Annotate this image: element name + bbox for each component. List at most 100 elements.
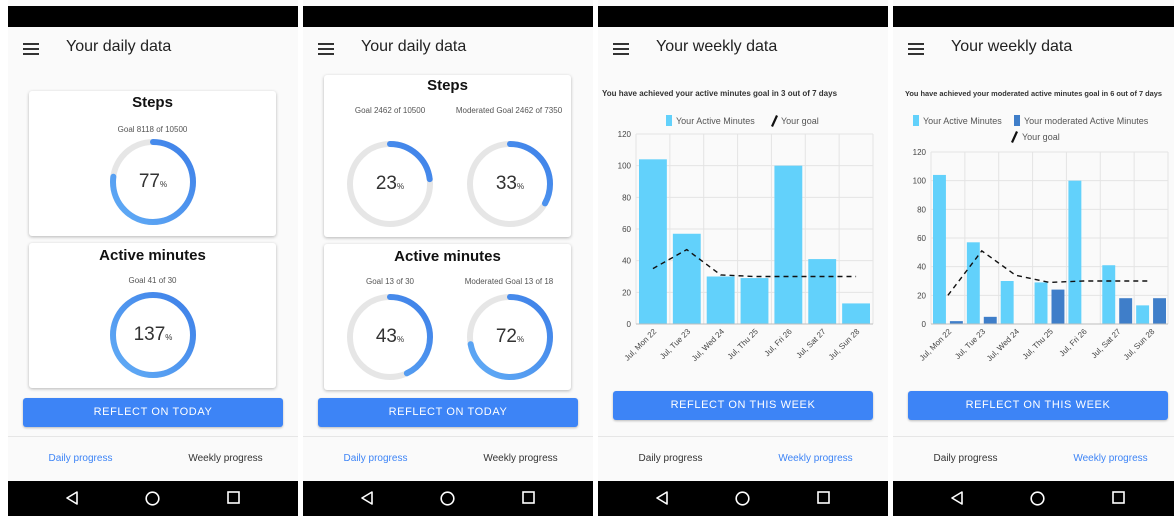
y-tick-label: 0 — [922, 320, 927, 329]
home-icon[interactable] — [1030, 491, 1045, 506]
menu-icon[interactable] — [613, 43, 629, 55]
card-title: Steps — [427, 77, 468, 94]
system-navigation-bar — [8, 481, 298, 516]
goal-label: Goal 8118 of 10500 — [117, 125, 188, 134]
back-icon[interactable] — [655, 491, 669, 505]
y-tick-label: 120 — [913, 148, 927, 157]
y-tick-label: 100 — [618, 162, 632, 171]
x-tick-label: Jul, Mon 22 — [918, 327, 954, 363]
percent-readout: 43% — [345, 326, 435, 348]
x-tick-label: Jul, Wed 24 — [985, 327, 1022, 364]
tab-weekly-progress[interactable]: Weekly progress — [743, 453, 888, 464]
status-bar — [303, 6, 593, 27]
reflect-button[interactable]: REFLECT ON THIS WEEK — [613, 391, 873, 420]
tab-daily-progress[interactable]: Daily progress — [893, 453, 1038, 464]
x-tick-label: Jul, Sun 28 — [827, 327, 862, 362]
bar-active-minutes — [1136, 305, 1150, 324]
bottom-navigation: Daily progress Weekly progress — [8, 436, 298, 481]
y-tick-label: 60 — [917, 234, 926, 243]
recents-icon[interactable] — [817, 491, 830, 504]
page-title: Your daily data — [66, 38, 172, 55]
reflect-button[interactable]: REFLECT ON TODAY — [23, 398, 283, 427]
recents-icon[interactable] — [227, 491, 240, 504]
menu-icon[interactable] — [908, 43, 924, 55]
y-tick-label: 40 — [622, 257, 631, 266]
x-tick-label: Jul, Sun 28 — [1122, 327, 1157, 362]
y-tick-label: 40 — [917, 263, 926, 272]
active-minutes-card: Active minutes Goal 41 of 30 137% — [29, 243, 276, 388]
weekly-active-minutes-chart: Your Active Minutes Your goal 0 20 40 60 80 100… — [618, 115, 874, 363]
back-icon[interactable] — [950, 491, 964, 505]
percent-readout: 33% — [465, 173, 555, 195]
tab-weekly-progress[interactable]: Weekly progress — [448, 453, 593, 464]
tab-daily-progress[interactable]: Daily progress — [303, 453, 448, 464]
bar-active-minutes — [774, 165, 803, 324]
page-title: Your daily data — [361, 38, 467, 55]
y-tick-label: 60 — [622, 225, 631, 234]
phone-screen-daily-1: Your daily data Steps Goal 8118 of 10500… — [8, 0, 298, 516]
percent-value: 43 — [375, 326, 397, 347]
goal-label: Goal 13 of 30 — [365, 277, 415, 286]
x-tick-label: Jul, Fri 26 — [1058, 327, 1090, 359]
legend-swatch-goal — [771, 115, 778, 127]
percent-value: 23 — [375, 173, 397, 194]
recents-icon[interactable] — [1112, 491, 1125, 504]
percent-readout: 137% — [108, 324, 198, 346]
tab-daily-progress[interactable]: Daily progress — [8, 453, 153, 464]
weekly-moderated-minutes-chart: Your Active Minutes Your moderated Active… — [913, 115, 1169, 364]
bar-active-minutes — [933, 174, 946, 324]
x-tick-label: Jul, Thu 25 — [726, 327, 761, 362]
back-icon[interactable] — [65, 491, 79, 505]
percent-readout: 77% — [108, 171, 198, 193]
phone-screen-daily-2: Your daily data Steps Goal 2462 of 10500… — [303, 0, 593, 516]
bar-active-minutes — [808, 259, 837, 324]
chart-legend: Your Active Minutes Your moderated Active… — [913, 115, 1149, 143]
x-tick-label: Jul, Tue 23 — [953, 327, 987, 361]
recents-icon[interactable] — [522, 491, 535, 504]
y-tick-label: 120 — [618, 130, 632, 139]
card-title: Steps — [132, 94, 173, 111]
bottom-navigation: Daily progress Weekly progress — [893, 436, 1174, 481]
status-bar — [598, 6, 888, 27]
reflect-button[interactable]: REFLECT ON TODAY — [318, 398, 578, 427]
legend-label-moderated-minutes: Your moderated Active Minutes — [1024, 116, 1149, 126]
bar-moderated-minutes — [1051, 289, 1065, 324]
goal-label: Goal 41 of 30 — [128, 276, 177, 285]
x-tick-label: Jul, Sat 27 — [795, 327, 828, 360]
active-minutes-card: Active minutes Goal 13 of 30 Moderated G… — [324, 244, 571, 390]
app-bar: Your daily data — [303, 27, 593, 67]
x-tick-label: Jul, Sat 27 — [1090, 327, 1123, 360]
reflect-button[interactable]: REFLECT ON THIS WEEK — [908, 391, 1168, 420]
tab-weekly-progress[interactable]: Weekly progress — [153, 453, 298, 464]
menu-icon[interactable] — [318, 43, 334, 55]
percent-value: 33 — [495, 173, 517, 194]
legend-label-active-minutes: Your Active Minutes — [923, 116, 1002, 126]
legend-swatch-active-minutes — [913, 115, 919, 126]
tab-daily-progress[interactable]: Daily progress — [598, 453, 743, 464]
phone-screen-weekly-2: Your weekly data You have achieved your … — [893, 0, 1174, 516]
back-icon[interactable] — [360, 491, 374, 505]
home-icon[interactable] — [735, 491, 750, 506]
phone-screen-weekly-1: Your weekly data You have achieved your … — [598, 0, 888, 516]
bottom-navigation: Daily progress Weekly progress — [598, 436, 888, 481]
x-tick-label: Jul, Mon 22 — [623, 327, 659, 363]
x-tick-label: Jul, Thu 25 — [1021, 327, 1056, 362]
y-tick-label: 20 — [917, 291, 926, 300]
legend-label-goal: Your goal — [1022, 132, 1060, 142]
menu-icon[interactable] — [23, 43, 39, 55]
y-tick-label: 0 — [627, 320, 632, 329]
legend-swatch-active-minutes — [666, 115, 672, 126]
bar-moderated-minutes — [1119, 298, 1133, 324]
percent-sign: % — [517, 182, 525, 191]
home-icon[interactable] — [145, 491, 160, 506]
system-navigation-bar — [893, 481, 1174, 516]
percent-value: 72 — [495, 326, 517, 347]
percent-sign: % — [397, 182, 405, 191]
y-tick-label: 100 — [913, 177, 927, 186]
tab-weekly-progress[interactable]: Weekly progress — [1038, 453, 1174, 464]
home-icon[interactable] — [440, 491, 455, 506]
chart-legend: Your Active Minutes Your goal — [666, 115, 819, 127]
legend-label-goal: Your goal — [781, 116, 819, 126]
bottom-navigation: Daily progress Weekly progress — [303, 436, 593, 481]
page-title: Your weekly data — [656, 38, 778, 55]
